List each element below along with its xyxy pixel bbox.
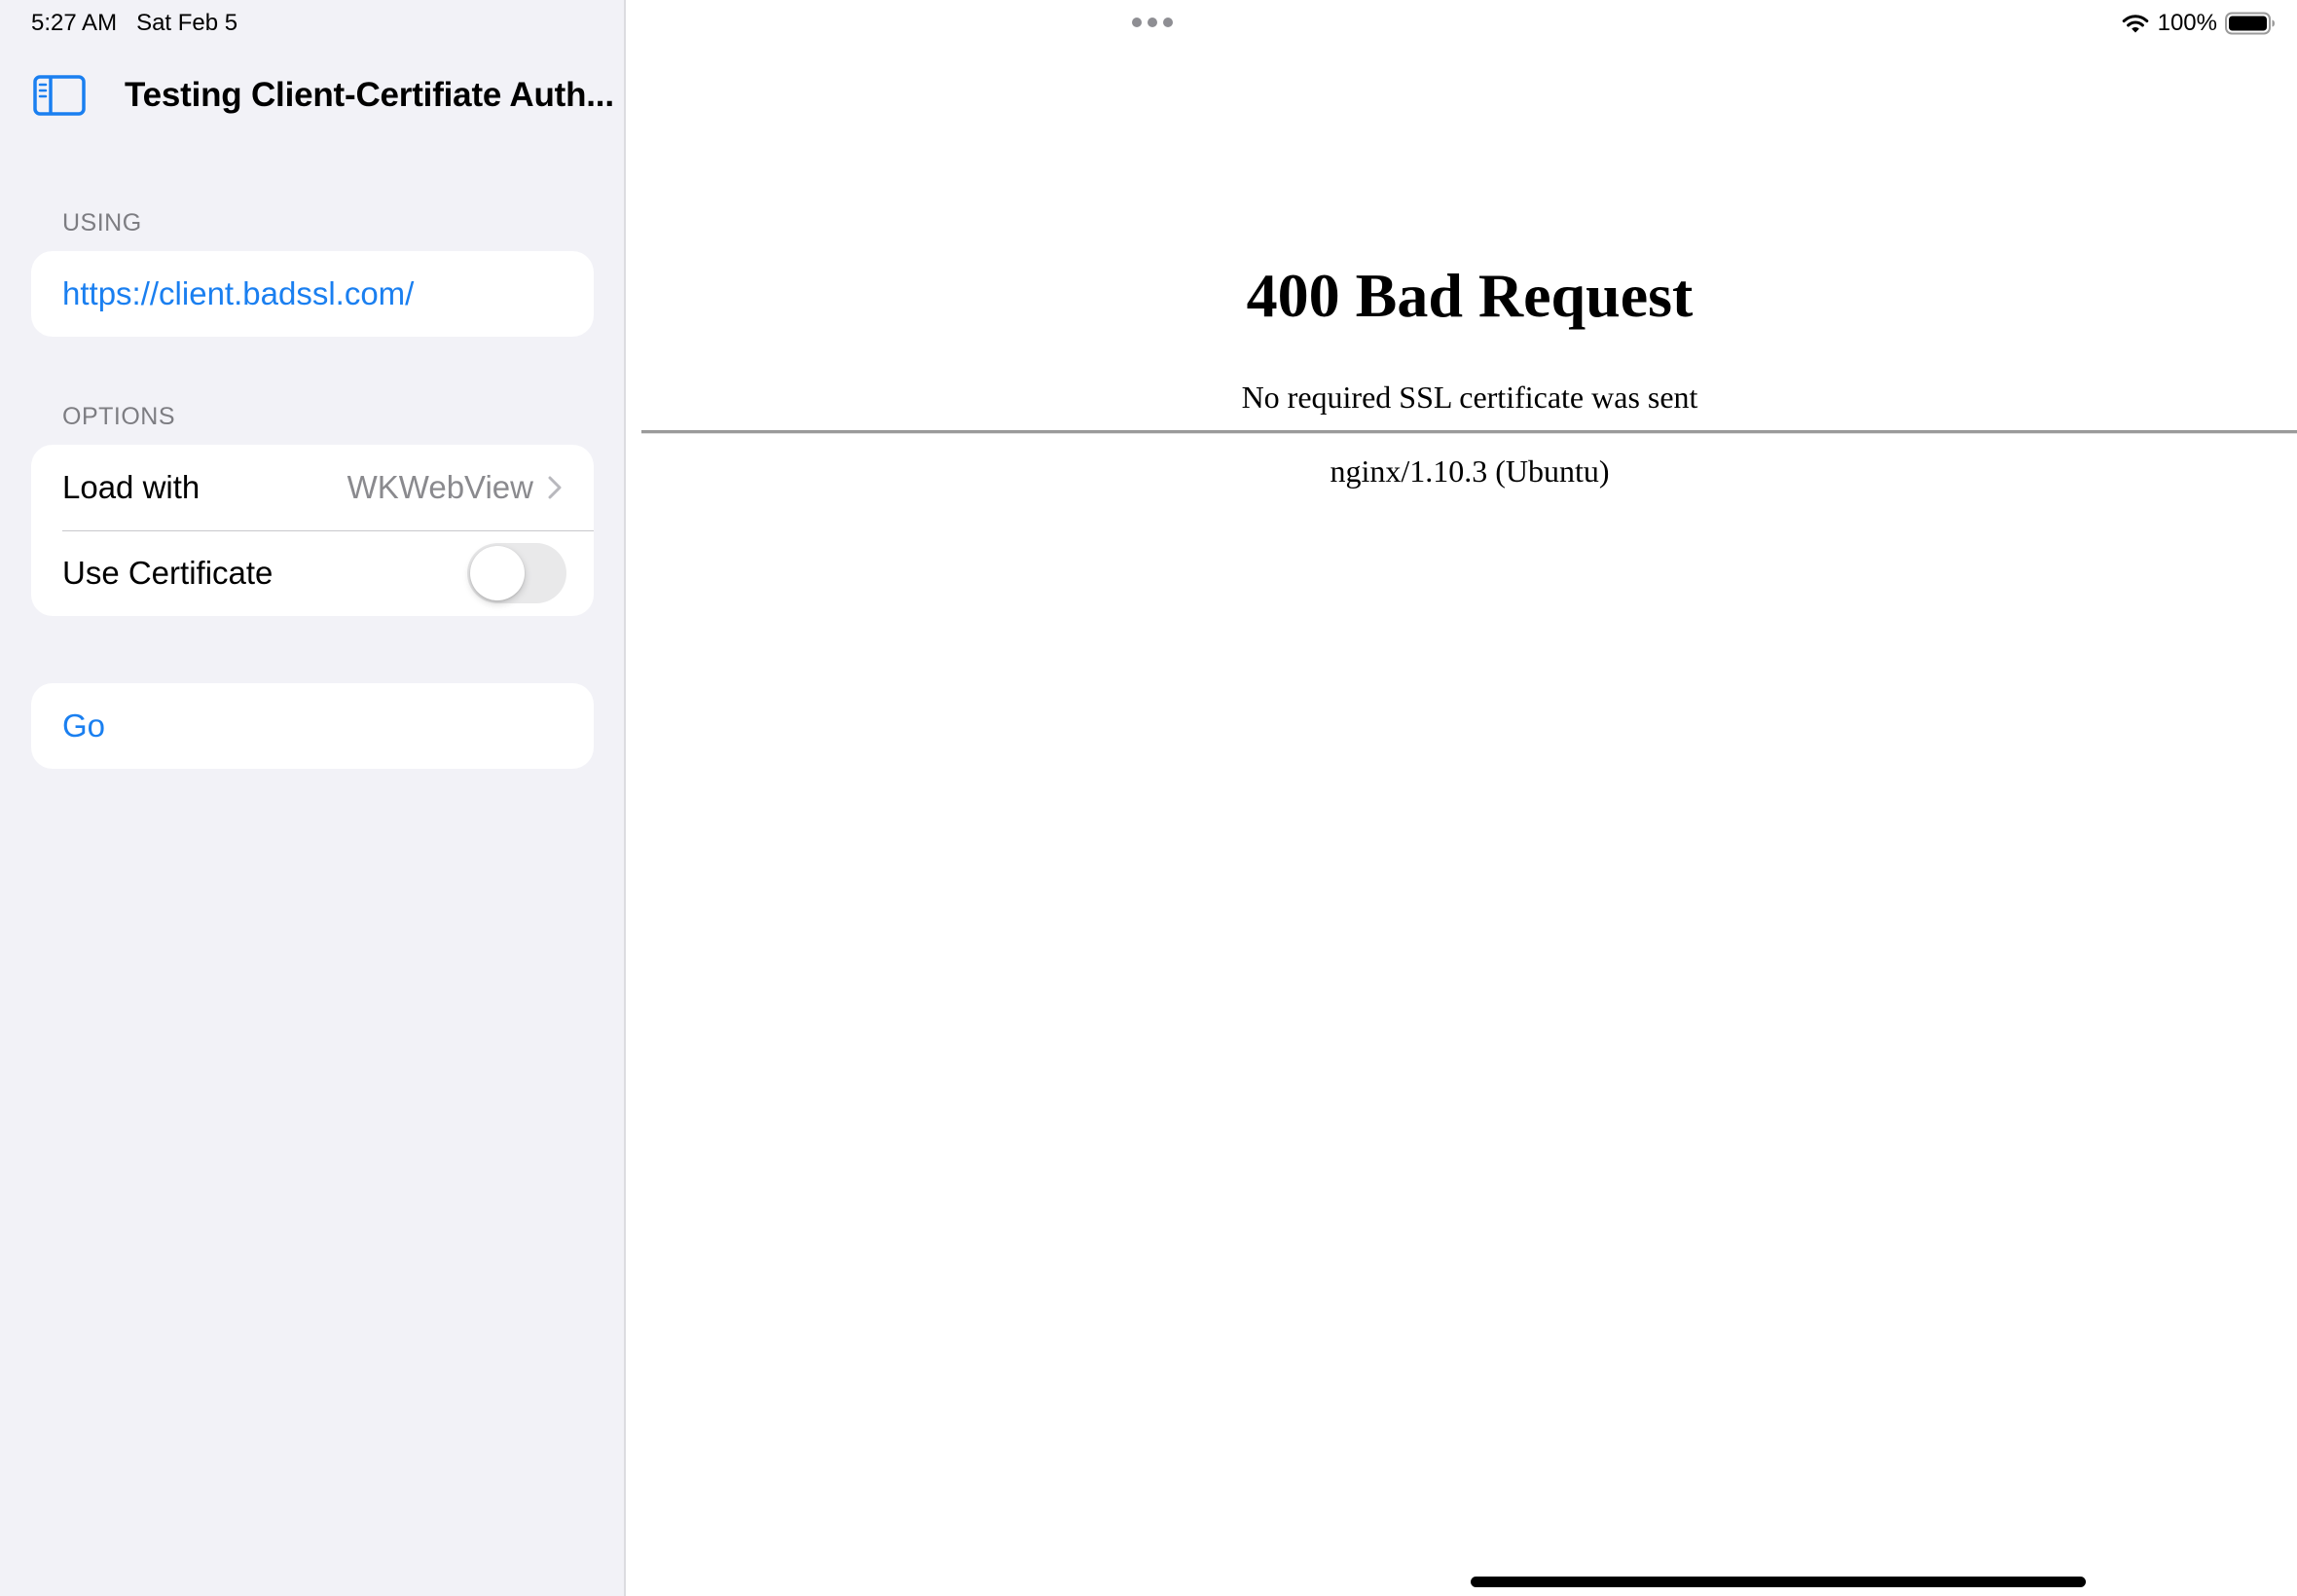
section-header-using: USING xyxy=(62,209,142,236)
divider xyxy=(641,430,2297,434)
chevron-right-icon xyxy=(548,476,562,499)
load-with-label: Load with xyxy=(62,469,201,505)
options-group: Load with WKWebView Use Certificate xyxy=(31,445,594,616)
go-button[interactable]: Go xyxy=(62,707,105,744)
nav-title: Testing Client-Certifiate Auth... xyxy=(125,76,614,114)
url-cell[interactable]: https://client.badssl.com/ xyxy=(31,251,594,337)
go-group: Go xyxy=(31,683,594,769)
dot-icon xyxy=(1132,18,1142,27)
url-link[interactable]: https://client.badssl.com/ xyxy=(62,275,414,312)
wifi-icon xyxy=(2122,15,2148,33)
error-message: No required SSL certificate was sent xyxy=(1241,380,1698,415)
sidebar-icon xyxy=(33,75,86,116)
server-signature: nginx/1.10.3 (Ubuntu) xyxy=(1330,453,1610,489)
section-header-options: OPTIONS xyxy=(62,403,176,430)
go-cell[interactable]: Go xyxy=(31,683,594,769)
error-heading: 400 Bad Request xyxy=(1246,261,1694,330)
multitasking-handle[interactable] xyxy=(1132,18,1173,27)
dot-icon xyxy=(1148,18,1157,27)
status-date: Sat Feb 5 xyxy=(136,10,238,36)
screen: 5:27 AM Sat Feb 5 Testing Client-Certifia… xyxy=(0,0,2297,1596)
sidebar: 5:27 AM Sat Feb 5 Testing Client-Certifia… xyxy=(0,0,626,1596)
sidebar-toggle-button[interactable] xyxy=(33,74,88,119)
url-group: https://client.badssl.com/ xyxy=(31,251,594,337)
use-certificate-toggle[interactable] xyxy=(467,543,566,603)
load-with-cell[interactable]: Load with WKWebView xyxy=(31,445,594,530)
dot-icon xyxy=(1163,18,1173,27)
use-certificate-label: Use Certificate xyxy=(62,555,273,591)
status-bar-left: 5:27 AM Sat Feb 5 xyxy=(31,6,237,41)
status-time: 5:27 AM xyxy=(31,10,118,36)
battery-percent: 100% xyxy=(2157,10,2217,36)
use-certificate-cell: Use Certificate xyxy=(31,530,594,616)
main-content: 100% 400 Bad Request No required SSL cer… xyxy=(626,0,2297,1596)
battery-icon xyxy=(2225,12,2275,35)
home-indicator[interactable] xyxy=(1471,1577,2086,1587)
status-bar-right: 100% xyxy=(2121,6,2276,41)
toggle-knob xyxy=(470,546,525,600)
load-with-value: WKWebView xyxy=(346,469,533,505)
